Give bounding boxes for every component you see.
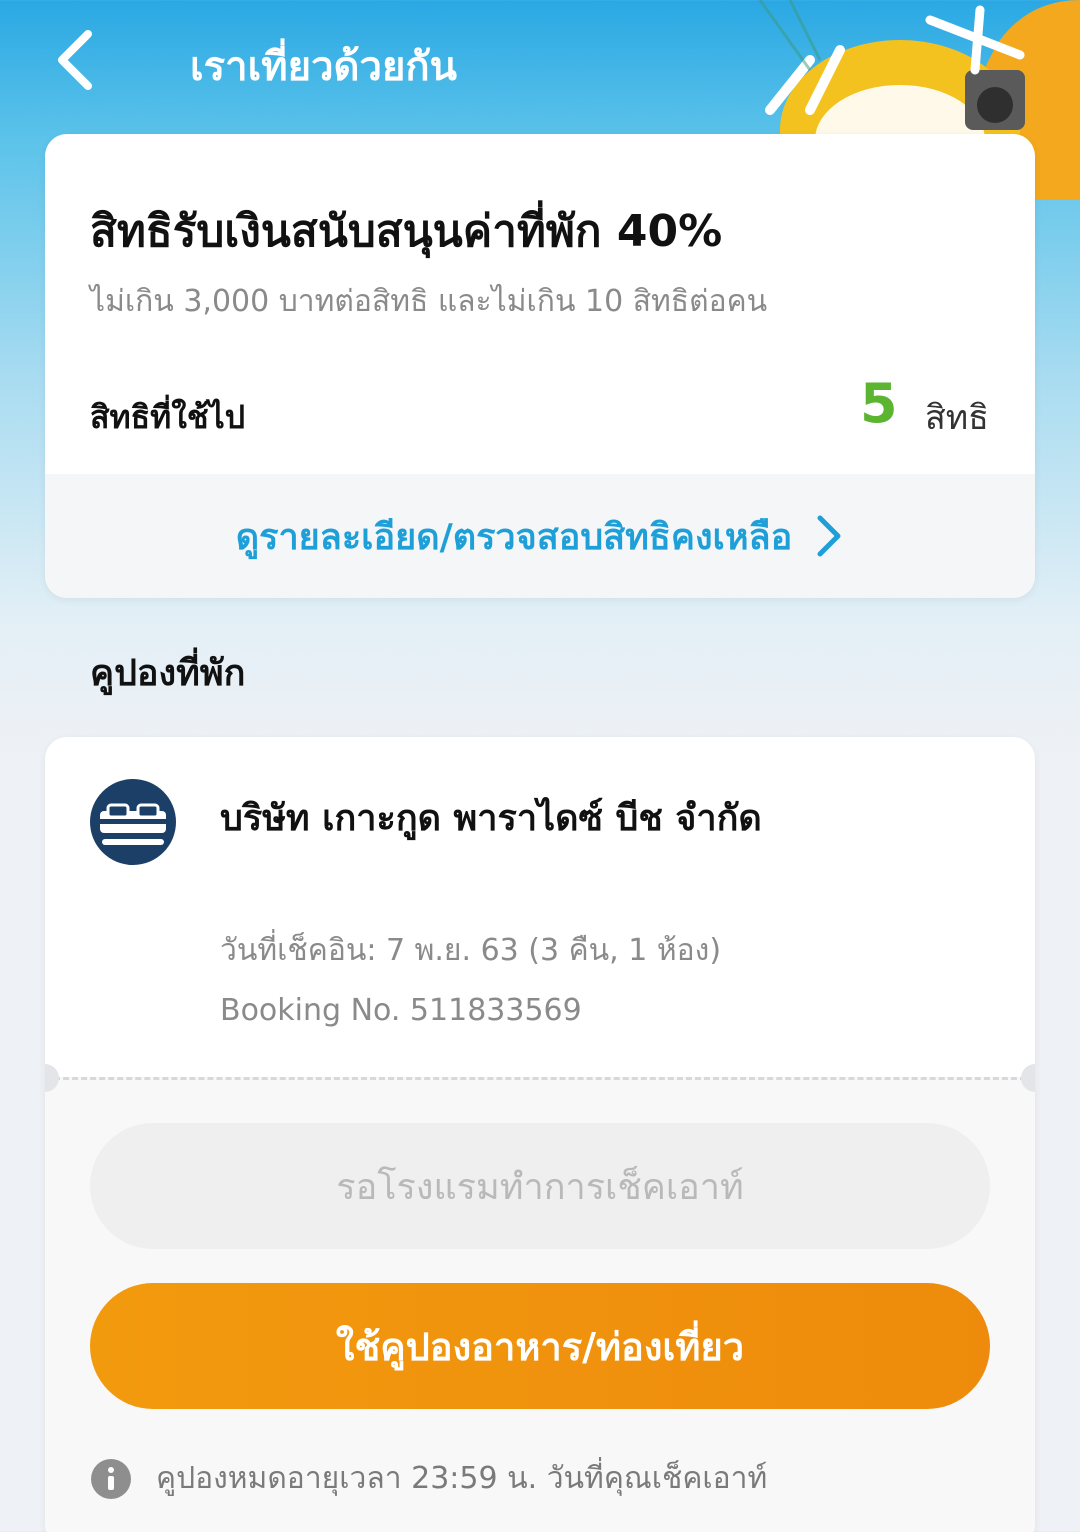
chevron-left-icon xyxy=(58,30,92,90)
chevron-right-icon xyxy=(817,515,841,557)
details-link-row[interactable]: ดูรายละเอียด/ตรวจสอบสิทธิคงเหลือ xyxy=(45,474,1035,598)
hotel-name: บริษัท เกาะกูด พาราไดซ์ บีช จำกัด xyxy=(220,798,762,839)
entitlement-title: สิทธิรับเงินสนับสนุนค่าที่พัก 40% xyxy=(90,206,723,257)
waiting-checkout-button[interactable]: รอโรงแรมทำการเช็คเอาท์ xyxy=(90,1123,990,1249)
info-icon xyxy=(91,1458,131,1499)
section-title: คูปองที่พัก xyxy=(90,653,246,694)
entitlement-card: สิทธิรับเงินสนับสนุนค่าที่พัก 40% ไม่เกิ… xyxy=(45,134,1035,598)
used-entitlements-count: 5 xyxy=(860,372,898,435)
bed-icon xyxy=(90,779,176,865)
booking-number: Booking No. 511833569 xyxy=(220,993,582,1028)
used-entitlements-unit: สิทธิ xyxy=(925,398,989,438)
checkin-info: วันที่เช็คอิน: 7 พ.ย. 63 (3 คืน, 1 ห้อง) xyxy=(220,933,722,968)
header: เราเที่ยวด้วยกัน xyxy=(0,0,1080,200)
expiry-text: คูปองหมดอายุเวลา 23:59 น. วันที่คุณเช็คเ… xyxy=(156,1461,768,1496)
hotel-coupon-card: บริษัท เกาะกูด พาราไดซ์ บีช จำกัด วันที่… xyxy=(45,737,1035,1532)
used-entitlements-label: สิทธิที่ใช้ไป xyxy=(90,398,245,436)
use-food-travel-coupon-button[interactable]: ใช้คูปองอาหาร/ท่องเที่ยว xyxy=(90,1283,990,1409)
page-title: เราเที่ยวด้วยกัน xyxy=(190,44,457,90)
expiry-note: คูปองหมดอายุเวลา 23:59 น. วันที่คุณเช็คเ… xyxy=(90,1455,767,1502)
details-link[interactable]: ดูรายละเอียด/ตรวจสอบสิทธิคงเหลือ xyxy=(236,508,793,565)
coupon-divider xyxy=(45,1077,1035,1080)
entitlement-subtitle: ไม่เกิน 3,000 บาทต่อสิทธิ และไม่เกิน 10 … xyxy=(90,284,768,319)
back-button[interactable] xyxy=(50,28,106,92)
